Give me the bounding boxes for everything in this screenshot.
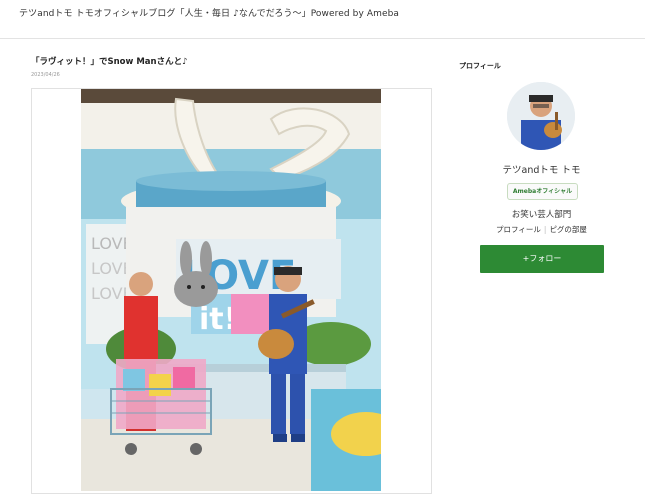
pigg-room-link[interactable]: ピグの部屋 [549,225,587,234]
official-badge: Amebaオフィシャル [507,183,578,200]
profile-link[interactable]: プロフィール [496,225,541,234]
entry-title[interactable]: 「ラヴィット！」でSnow Manさんと♪ [31,55,188,67]
sidebar-section-title: プロフィール [459,62,501,70]
profile-name[interactable]: テツandトモ トモ [459,162,624,176]
profile-avatar[interactable] [507,82,575,150]
avatar-image [507,82,575,150]
studio-photo-image: LOVE LOVE LOVE LOVE it! [81,89,381,491]
link-separator: | [543,225,547,234]
entry-photo[interactable]: LOVE LOVE LOVE LOVE it! [81,89,381,491]
blog-header: テツandトモ トモオフィシャルブログ「人生・毎日 ♪なんでだろう〜」Power… [0,0,645,39]
genre-rank-link[interactable]: お笑い芸人部門 [459,208,624,220]
blog-title-link[interactable]: テツandトモ トモオフィシャルブログ「人生・毎日 ♪なんでだろう〜」Power… [19,6,399,19]
follow-button[interactable]: +フォロー [480,245,604,273]
entry-date: 2023/04/26 [31,72,60,78]
profile-links: プロフィール | ピグの部屋 [459,224,624,235]
